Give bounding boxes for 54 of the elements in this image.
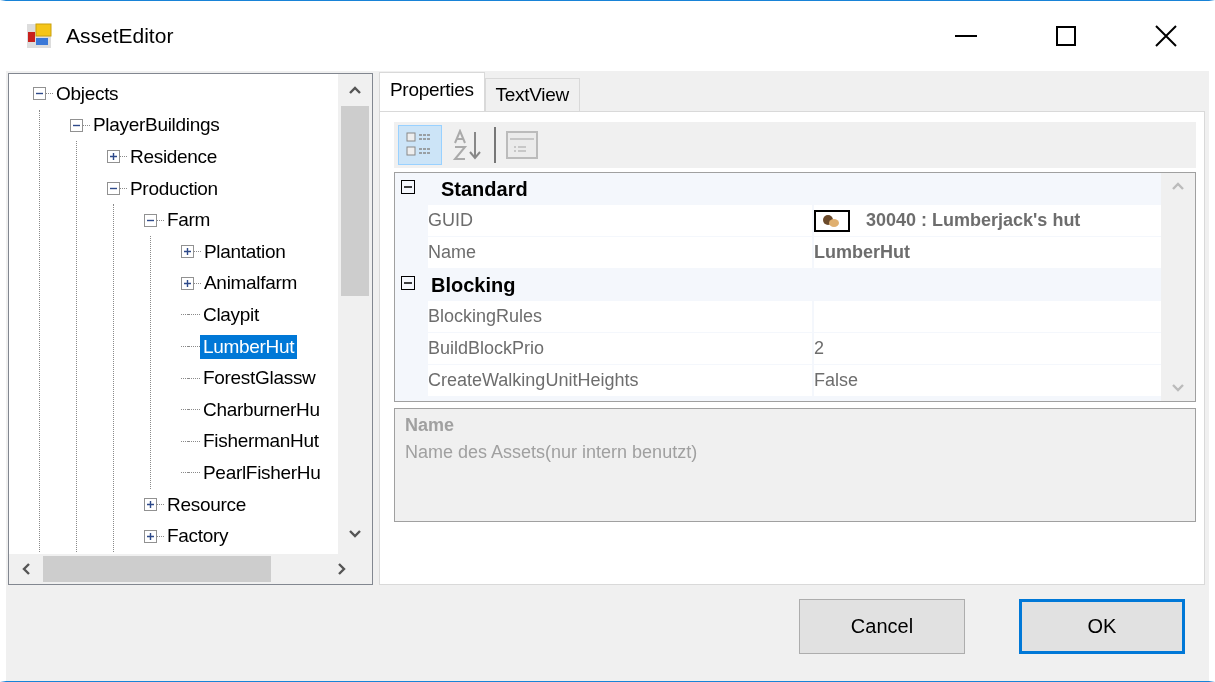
dialog-button[interactable]: OK [1019,599,1185,654]
expand-toggle[interactable] [144,529,157,543]
tree-item[interactable]: Resource [164,492,249,517]
scroll-down-icon[interactable] [348,529,362,539]
tree-item[interactable]: PearlFisherHu [200,460,324,485]
tree-item[interactable]: Objects [53,81,122,106]
property-value[interactable]: LumberHut [814,237,1161,268]
property-name: GUID [428,205,812,236]
expand-toggle[interactable] [181,245,194,259]
category-label: Blocking [431,273,516,297]
dialog-button[interactable]: Cancel [799,599,965,654]
property-pages-icon [506,131,538,159]
scroll-right-icon[interactable] [337,562,347,576]
tree-item[interactable]: ForestGlassw [200,366,319,391]
expand-toggle[interactable] [144,498,157,511]
collapse-toggle[interactable] [107,182,120,196]
horizontal-scrollbar[interactable] [9,554,372,584]
property-value[interactable]: 2 [814,333,1161,364]
scroll-up-icon[interactable] [348,85,362,95]
tab[interactable]: Properties [379,72,485,111]
collapse-toggle[interactable] [70,118,83,132]
close-button[interactable] [1155,25,1177,47]
tree-item[interactable]: CharburnerHu [200,397,323,422]
window-title: AssetEditor [66,24,175,48]
property-name: BuildBlockPrio [428,333,812,364]
tree-item[interactable]: Farm [164,208,214,233]
collapse-toggle[interactable] [401,276,415,290]
collapse-toggle[interactable] [33,87,46,101]
expand-toggle[interactable] [181,276,194,290]
tab[interactable]: TextView [484,78,580,111]
tree-item[interactable]: Animalfarm [201,271,301,296]
maximize-button[interactable] [1056,26,1076,46]
description-title: Name [405,415,456,436]
tree-item[interactable]: Factory [164,524,232,549]
property-name: Name [428,237,812,268]
collapse-toggle[interactable] [144,213,157,227]
tree-item[interactable]: Production [127,176,221,201]
description-text: Name des Assets(nur intern benutzt) [405,442,699,463]
tree-item[interactable]: Residence [127,145,221,169]
property-name: BlockingRules [428,301,812,332]
tree-item[interactable]: LumberHut [200,334,298,359]
property-name: CreateWalkingUnitHeights [428,365,812,396]
vertical-scrollbar[interactable] [338,74,372,554]
expand-toggle[interactable] [107,150,120,164]
tree-item[interactable]: PlayerBuildings [90,113,223,138]
app-icon [26,23,52,49]
category-label: Standard [441,177,528,201]
property-value[interactable]: 30040 : Lumberjack's hut [814,205,1161,236]
collapse-toggle[interactable] [401,180,415,194]
tree-item[interactable]: FishermanHut [200,429,322,454]
tree-item[interactable]: Plantation [201,239,289,264]
scroll-left-icon[interactable] [21,562,31,576]
tree-item[interactable]: Claypit [200,302,262,327]
property-value[interactable]: False [814,365,1161,396]
